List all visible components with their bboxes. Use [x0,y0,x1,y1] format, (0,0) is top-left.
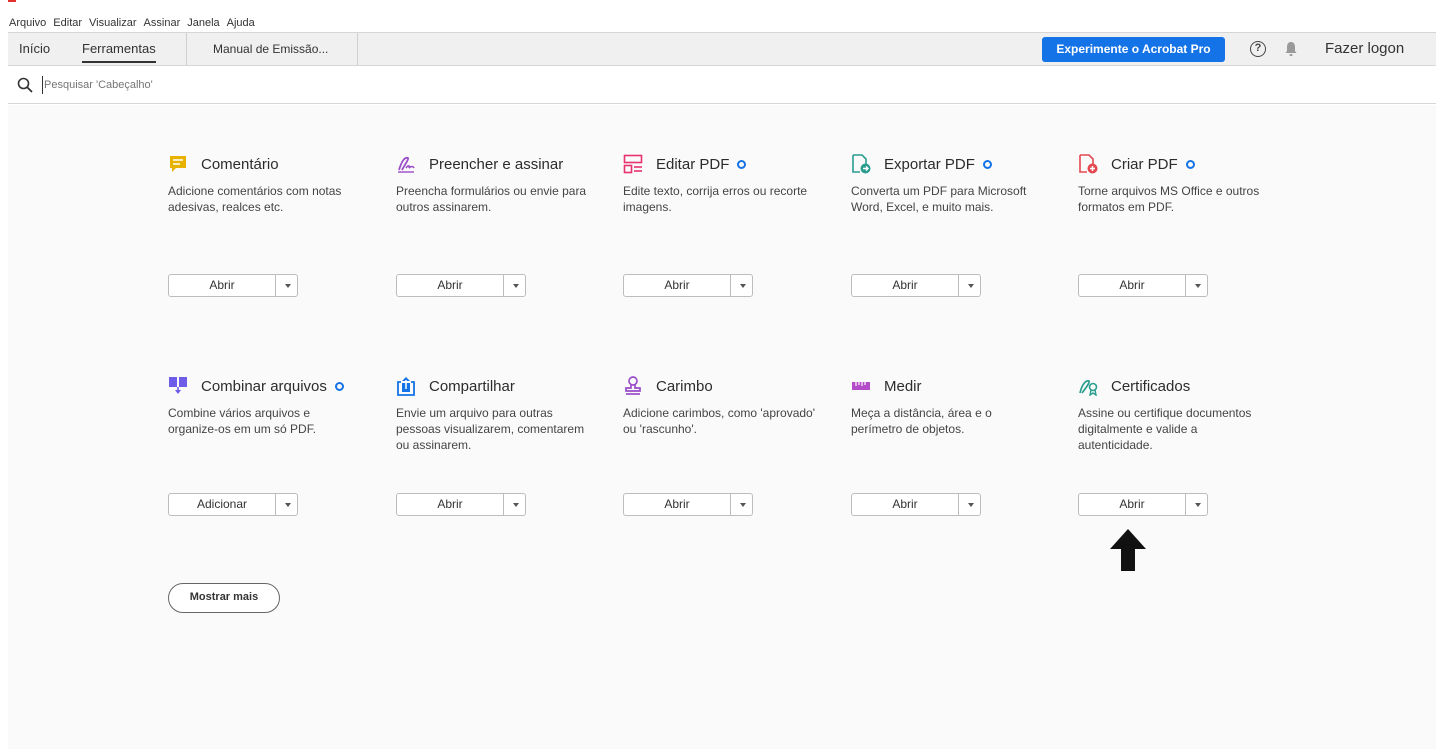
tool-description: Edite texto, corrija erros ou recorte im… [623,184,808,214]
tool-card-compartilhar: Compartilhar Envie um arquivo para outra… [396,375,608,453]
tool-description: Adicione comentários com notas adesivas,… [168,184,342,214]
try-acrobat-pro-button[interactable]: Experimente o Acrobat Pro [1042,37,1225,62]
tool-card-editar-pdf: Editar PDF Edite texto, corrija erros ou… [623,153,835,215]
open-dropdown-button[interactable]: Abrir [1078,493,1208,516]
pro-feature-icon [982,159,992,169]
certificates-icon [1079,380,1098,396]
menu-bar: Arquivo Editar Visualizar Assinar Janela… [0,14,262,32]
stamp-icon [625,376,641,395]
menu-arquivo[interactable]: Arquivo [9,17,46,29]
search-bar [8,67,1436,104]
open-dropdown-button[interactable]: Abrir [396,493,526,516]
tab-divider [357,33,358,65]
tool-description: Meça a distância, área e o perímetro de … [851,406,992,436]
tool-description: Combine vários arquivos e organize-os em… [168,406,317,436]
open-button[interactable]: Abrir [852,494,959,515]
search-icon [17,77,33,93]
tools-panel: Comentário Adicione comentários com nota… [8,105,1436,749]
open-button[interactable]: Abrir [852,275,959,296]
tab-bar: Início Ferramentas Manual de Emissão... … [8,32,1436,66]
tool-card-preencher-assinar: Preencher e assinar Preencha formulários… [396,153,608,215]
tool-card-exportar-pdf: Exportar PDF Converta um PDF para Micros… [851,153,1063,215]
app-accent-mark [8,0,16,2]
tool-card-combinar-arquivos: Combinar arquivos Combine vários arquivo… [168,375,380,437]
open-button[interactable]: Abrir [1079,275,1186,296]
search-input[interactable] [42,76,342,94]
show-more-button[interactable]: Mostrar mais [168,583,280,613]
create-pdf-icon [1079,154,1098,174]
tab-document[interactable]: Manual de Emissão... [213,33,328,65]
open-dropdown-button[interactable]: Abrir [396,274,526,297]
tool-card-certificados: Certificados Assine ou certifique docume… [1078,375,1290,453]
tool-description: Envie um arquivo para outras pessoas vis… [396,406,585,452]
open-dropdown-button[interactable]: Abrir [851,274,981,297]
tool-card-comentario: Comentário Adicione comentários com nota… [168,153,380,215]
tool-title[interactable]: Comentário [201,156,279,173]
edit-pdf-icon [623,154,643,174]
measure-icon [852,382,870,390]
pro-feature-icon [1185,159,1195,169]
tab-divider [186,33,187,65]
menu-visualizar[interactable]: Visualizar [89,17,137,29]
tool-description: Torne arquivos MS Office e outros format… [1078,184,1260,214]
bell-icon[interactable] [1284,41,1298,57]
chevron-down-icon[interactable] [504,494,525,515]
tool-card-medir: Medir Meça a distância, área e o perímet… [851,375,1063,437]
chevron-down-icon[interactable] [1186,494,1207,515]
tool-title[interactable]: Compartilhar [429,378,515,395]
open-dropdown-button[interactable]: Abrir [623,274,753,297]
annotation-arrow-up-icon [1110,529,1146,571]
combine-files-icon [169,377,187,394]
tool-card-criar-pdf: Criar PDF Torne arquivos MS Office e out… [1078,153,1290,215]
tab-ferramentas[interactable]: Ferramentas [82,33,156,65]
window-top-strip [0,0,1436,12]
chevron-down-icon[interactable] [276,494,297,515]
tool-description: Assine ou certifique documentos digitalm… [1078,406,1252,452]
pro-feature-icon [737,159,747,169]
tool-title[interactable]: Combinar arquivos [201,378,327,395]
share-icon [397,377,415,396]
add-button[interactable]: Adicionar [169,494,276,515]
open-dropdown-button[interactable]: Abrir [1078,274,1208,297]
open-dropdown-button[interactable]: Abrir [623,493,753,516]
sign-in-link[interactable]: Fazer logon [1325,33,1404,65]
open-button[interactable]: Abrir [169,275,276,296]
tool-title[interactable]: Preencher e assinar [429,156,563,173]
tool-description: Converta um PDF para Microsoft Word, Exc… [851,184,1027,214]
comment-icon [170,156,186,172]
tool-title[interactable]: Carimbo [656,378,713,395]
menu-ajuda[interactable]: Ajuda [227,17,255,29]
tool-description: Preencha formulários ou envie para outro… [396,184,587,214]
tab-inicio[interactable]: Início [19,33,50,65]
menu-janela[interactable]: Janela [187,17,219,29]
fill-sign-icon [398,156,415,173]
open-button[interactable]: Abrir [397,275,504,296]
tool-title[interactable]: Exportar PDF [884,156,975,173]
tool-title[interactable]: Editar PDF [656,156,729,173]
chevron-down-icon[interactable] [504,275,525,296]
tool-card-carimbo: Carimbo Adicione carimbos, como 'aprovad… [623,375,835,437]
chevron-down-icon[interactable] [731,275,752,296]
menu-editar[interactable]: Editar [53,17,82,29]
open-button[interactable]: Abrir [624,275,731,296]
export-pdf-icon [852,154,871,174]
chevron-down-icon[interactable] [731,494,752,515]
chevron-down-icon[interactable] [1186,275,1207,296]
tool-title[interactable]: Criar PDF [1111,156,1178,173]
tool-description: Adicione carimbos, como 'aprovado' ou 'r… [623,406,816,436]
add-dropdown-button[interactable]: Adicionar [168,493,298,516]
open-dropdown-button[interactable]: Abrir [168,274,298,297]
help-icon[interactable]: ? [1250,41,1266,57]
tool-title[interactable]: Medir [884,378,922,395]
chevron-down-icon[interactable] [959,494,980,515]
menu-assinar[interactable]: Assinar [144,17,181,29]
tool-title[interactable]: Certificados [1111,378,1190,395]
open-dropdown-button[interactable]: Abrir [851,493,981,516]
open-button[interactable]: Abrir [624,494,731,515]
open-button[interactable]: Abrir [397,494,504,515]
chevron-down-icon[interactable] [959,275,980,296]
chevron-down-icon[interactable] [276,275,297,296]
open-button[interactable]: Abrir [1079,494,1186,515]
pro-feature-icon [334,381,344,391]
